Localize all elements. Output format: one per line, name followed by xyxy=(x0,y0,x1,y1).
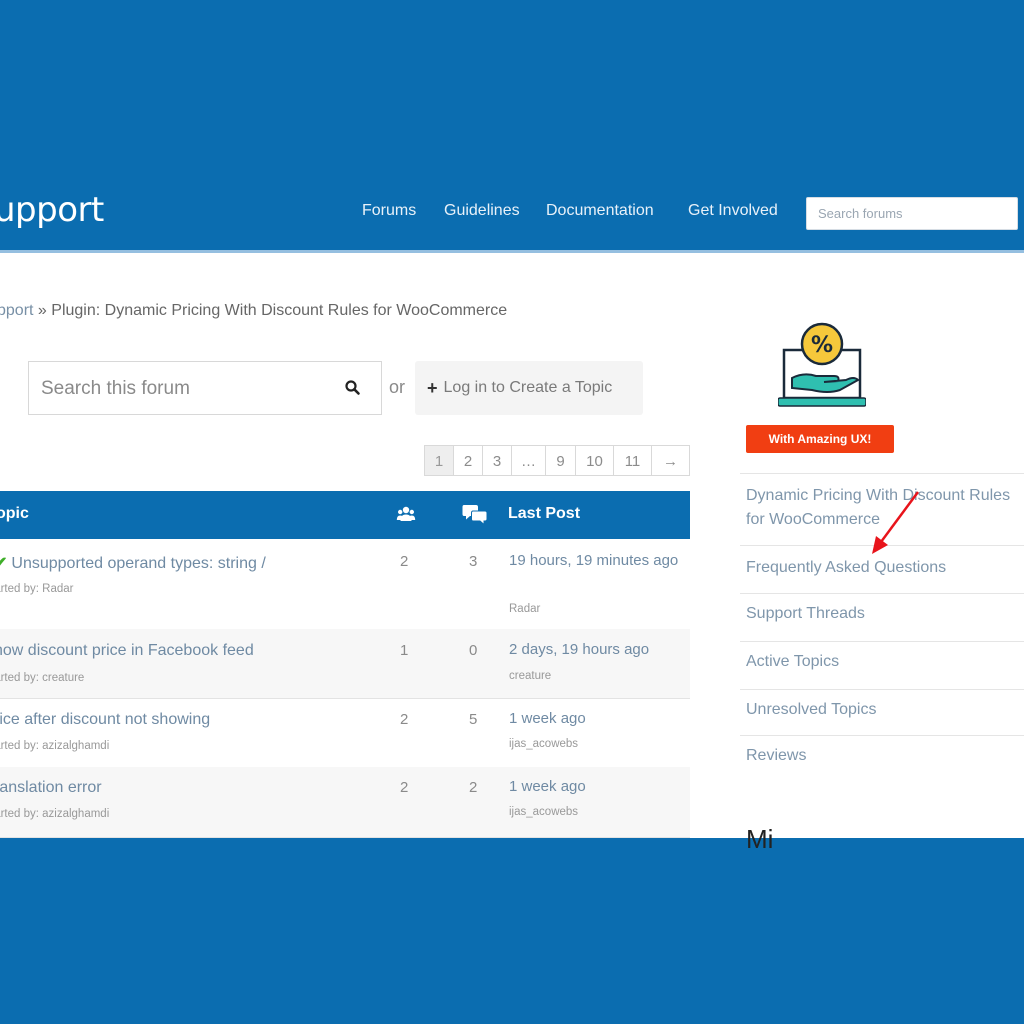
last-post-time[interactable]: 19 hours, 19 minutes ago xyxy=(509,549,679,573)
voice-count: 1 xyxy=(400,642,409,659)
create-topic-button[interactable]: + Log in to Create a Topic xyxy=(415,361,643,415)
topics-table-header: opic Last Post xyxy=(0,491,690,539)
page-link-1[interactable]: 1 xyxy=(424,445,454,476)
page-link-3[interactable]: 3 xyxy=(483,445,512,476)
table-row: rice after discount not showing tarted b… xyxy=(0,698,690,768)
topic-title[interactable]: rice after discount not showing xyxy=(0,711,210,729)
last-post-author[interactable]: Radar xyxy=(509,603,540,615)
page-link-9[interactable]: 9 xyxy=(546,445,576,476)
table-row: how discount price in Facebook feed tart… xyxy=(0,629,690,699)
forum-search-input[interactable] xyxy=(39,370,333,408)
last-post-time[interactable]: 1 week ago xyxy=(509,775,679,799)
users-icon xyxy=(396,504,416,529)
column-topic: opic xyxy=(0,505,29,522)
breadcrumb-current: Plugin: Dynamic Pricing With Discount Ru… xyxy=(51,302,508,319)
column-last-post: Last Post xyxy=(508,505,581,522)
nav-guidelines[interactable]: Guidelines xyxy=(444,202,520,220)
nav-forums[interactable]: Forums xyxy=(362,202,416,220)
sidebar-link-unresolved-topics[interactable]: Unresolved Topics xyxy=(740,689,1024,735)
topic-starter: tarted by: azizalghamdi xyxy=(0,740,110,752)
amazing-ux-badge[interactable]: With Amazing UX! xyxy=(746,425,894,453)
table-row: ✔Unsupported operand types: string / tar… xyxy=(0,539,690,630)
header-search-input[interactable] xyxy=(806,197,1018,230)
last-post-time[interactable]: 2 days, 19 hours ago xyxy=(509,638,679,662)
voice-count: 2 xyxy=(400,779,409,796)
red-arrow-icon xyxy=(872,491,920,554)
page-link-11[interactable]: 11 xyxy=(614,445,652,476)
nav-get-involved[interactable]: Get Involved xyxy=(688,202,778,220)
create-topic-label: Log in to Create a Topic xyxy=(443,379,613,396)
topic-title[interactable]: how discount price in Facebook feed xyxy=(0,642,254,660)
topic-title[interactable]: ranslation error xyxy=(0,779,102,797)
last-post-author[interactable]: ijas_acowebs xyxy=(509,806,578,818)
breadcrumb-support-link[interactable]: pport xyxy=(0,302,33,319)
sidebar-link-reviews[interactable]: Reviews xyxy=(740,735,1024,779)
post-count: 0 xyxy=(469,642,478,659)
page-link-2[interactable]: 2 xyxy=(454,445,483,476)
post-count: 3 xyxy=(469,553,478,570)
discount-hand-monitor-icon: % xyxy=(777,320,867,410)
site-header: upport Forums Guidelines Documentation G… xyxy=(0,180,1024,250)
nav-documentation[interactable]: Documentation xyxy=(546,202,654,220)
topic-starter: tarted by: creature xyxy=(0,672,85,684)
table-row: ranslation error tarted by: azizalghamdi… xyxy=(0,767,690,838)
page-link-10[interactable]: 10 xyxy=(576,445,614,476)
page-next[interactable]: → xyxy=(652,445,690,476)
post-count: 2 xyxy=(469,779,478,796)
last-post-time[interactable]: 1 week ago xyxy=(509,707,679,731)
topic-title-text: Unsupported operand types: string / xyxy=(11,555,266,572)
comments-icon xyxy=(462,503,488,530)
topic-starter: tarted by: azizalghamdi xyxy=(0,808,110,820)
breadcrumb: pport » Plugin: Dynamic Pricing With Dis… xyxy=(0,302,507,320)
checkmark-icon: ✔ xyxy=(0,555,8,572)
svg-text:%: % xyxy=(811,333,833,358)
forum-search-box xyxy=(28,361,382,415)
last-post-author[interactable]: creature xyxy=(509,670,551,682)
sidebar-partial-heading: Mi xyxy=(746,824,774,854)
site-title[interactable]: upport xyxy=(0,190,104,230)
topic-starter: tarted by: Radar xyxy=(0,583,74,595)
pagination: 1 2 3 … 9 10 11 → xyxy=(424,445,690,476)
breadcrumb-separator: » xyxy=(33,302,52,319)
sidebar-link-support-threads[interactable]: Support Threads xyxy=(740,593,1024,641)
page-ellipsis: … xyxy=(512,445,546,476)
topic-title[interactable]: ✔ Unsupported operand types: string / xyxy=(0,553,266,573)
search-icon[interactable] xyxy=(341,376,365,400)
last-post-author[interactable]: ijas_acowebs xyxy=(509,738,578,750)
voice-count: 2 xyxy=(400,711,409,728)
voice-count: 2 xyxy=(400,553,409,570)
or-separator: or xyxy=(389,377,406,397)
plus-icon: + xyxy=(427,377,438,398)
post-count: 5 xyxy=(469,711,478,728)
sidebar-link-active-topics[interactable]: Active Topics xyxy=(740,641,1024,689)
